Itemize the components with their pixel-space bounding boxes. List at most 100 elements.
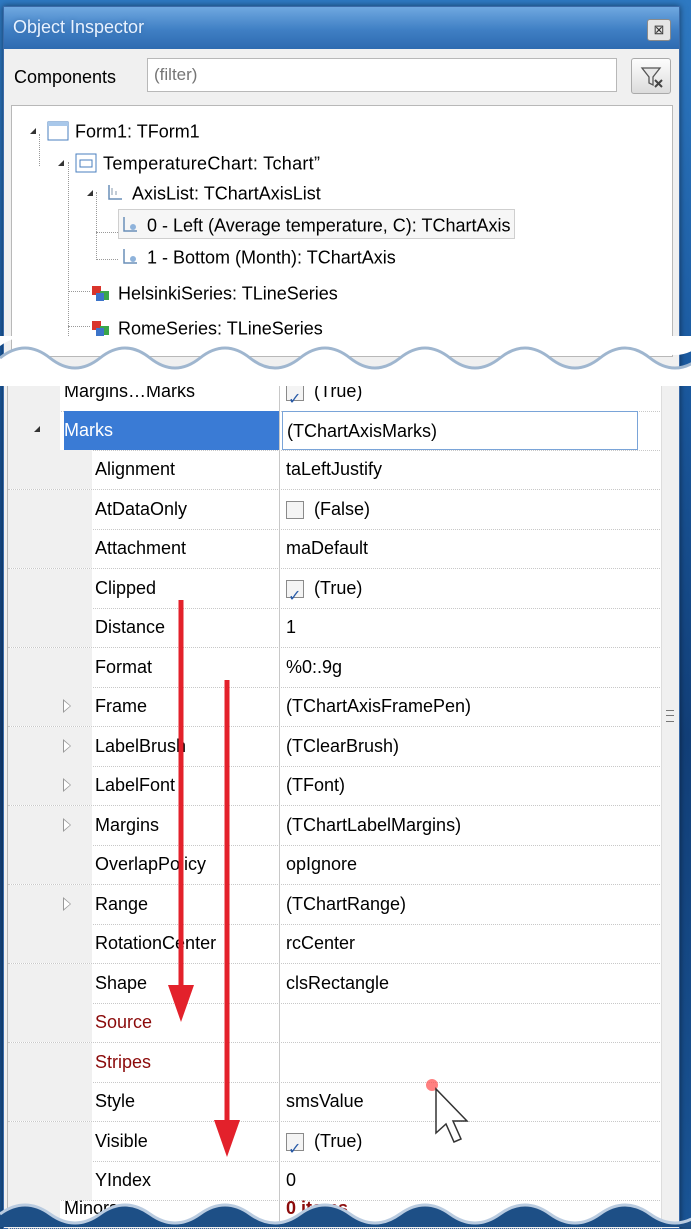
checkbox[interactable]: [286, 1130, 304, 1169]
property-row-shape[interactable]: Shape clsRectangle: [8, 963, 662, 1004]
form-icon: [47, 121, 69, 141]
property-row-source[interactable]: Source: [8, 1003, 662, 1043]
collapse-icon[interactable]: [87, 190, 93, 197]
component-tree: Form1: TForm1 TemperatureChart: Tchart” …: [11, 105, 673, 357]
property-row-visible[interactable]: Visible (True): [8, 1121, 662, 1169]
tree-node-axis-bottom[interactable]: 1 - Bottom (Month): TChartAxis: [119, 242, 396, 270]
property-value-text: (TChartLabelMargins): [286, 814, 462, 835]
components-label: Components: [14, 67, 117, 87]
property-row-labelfont[interactable]: LabelFont (TFont): [8, 766, 662, 806]
property-row-rotationcenter[interactable]: RotationCenter rcCenter: [8, 924, 662, 964]
property-name: Format: [95, 647, 280, 687]
tree-node-temperature-chart[interactable]: TemperatureChart: Tchart”: [58, 148, 320, 176]
collapse-icon[interactable]: [34, 426, 40, 432]
property-value-text: smsValue: [286, 1091, 364, 1111]
property-value[interactable]: (TChartAxisMarks): [282, 411, 638, 450]
property-row-style[interactable]: Style smsValue: [8, 1082, 662, 1122]
property-row-stripes[interactable]: Stripes: [8, 1042, 662, 1083]
scroll-grip-icon[interactable]: [666, 710, 674, 722]
property-value[interactable]: %0:.9g: [286, 648, 342, 687]
expand-icon[interactable]: [63, 817, 71, 832]
property-value[interactable]: opIgnore: [286, 845, 357, 884]
collapse-icon[interactable]: [30, 128, 36, 135]
series-icon: [92, 286, 109, 302]
property-value-text: 0: [286, 1170, 297, 1190]
property-value[interactable]: clsRectangle: [286, 964, 389, 1003]
tree-node-axis-left[interactable]: 0 - Left (Average temperature, C): TChar…: [118, 209, 516, 239]
tree-node-axislist[interactable]: AxisList: TChartAxisList: [87, 178, 321, 206]
axis-icon: [123, 249, 137, 264]
expand-icon[interactable]: [63, 896, 71, 911]
tree-node-label: 1 - Bottom (Month): TChartAxis: [147, 247, 396, 268]
property-row-attachment[interactable]: Attachment maDefault: [8, 529, 662, 569]
property-value[interactable]: 1: [286, 608, 296, 647]
property-name: RotationCenter: [95, 924, 280, 963]
property-row-clipped[interactable]: Clipped (True): [8, 568, 662, 616]
property-row-range[interactable]: Range (TChartRange): [8, 884, 662, 925]
property-row-overlappolicy[interactable]: OverlapPolicy opIgnore: [8, 845, 662, 885]
property-row-labelbrush[interactable]: LabelBrush (TClearBrush): [8, 726, 662, 767]
property-value-text: (TChartRange): [286, 893, 407, 914]
tree-node-label: 0 - Left (Average temperature, C): TChar…: [147, 215, 511, 236]
tree-node-label: AxisList: TChartAxisList: [132, 183, 321, 204]
property-name: AtDataOnly: [95, 489, 280, 529]
property-value-text: taLeftJustify: [286, 459, 383, 479]
expand-icon[interactable]: [63, 738, 71, 753]
components-bar: Components: [4, 49, 679, 105]
property-row-atdataonly[interactable]: AtDataOnly (False): [8, 489, 662, 530]
tree-node-form1[interactable]: Form1: TForm1: [30, 116, 200, 144]
tree-node-helsinki-series[interactable]: HelsinkiSeries: TLineSeries: [90, 278, 338, 306]
clear-filter-button[interactable]: [631, 58, 671, 94]
tree-node-label: TemperatureChart: Tchart”: [103, 153, 321, 174]
property-name: Margins: [95, 805, 280, 845]
expand-icon[interactable]: [63, 699, 71, 713]
property-value[interactable]: smsValue: [286, 1082, 364, 1121]
property-value-text: (False): [314, 498, 371, 519]
torn-edge-divider: [0, 336, 691, 386]
property-value[interactable]: taLeftJustify: [286, 450, 382, 489]
property-name: Style: [95, 1082, 280, 1121]
property-value[interactable]: (TChartLabelMargins): [286, 806, 461, 845]
collapse-icon[interactable]: [58, 160, 64, 167]
checkbox[interactable]: [286, 500, 304, 519]
property-name: Frame: [95, 687, 280, 726]
property-value-text: maDefault: [286, 538, 369, 558]
property-grid: Margins…Marks (True) Marks (TChartAxisMa…: [7, 372, 662, 1229]
property-value-text: opIgnore: [286, 854, 358, 874]
property-name: Alignment: [95, 450, 280, 489]
property-value[interactable]: (True): [286, 569, 362, 616]
property-value[interactable]: rcCenter: [286, 924, 355, 963]
title-bar[interactable]: Object Inspector ⊠: [4, 7, 679, 49]
property-name: LabelFont: [95, 766, 280, 805]
expand-icon[interactable]: [63, 778, 71, 792]
property-value-text: clsRectangle: [286, 972, 390, 993]
property-name: Clipped: [95, 568, 280, 608]
tree-node-label: Form1: TForm1: [75, 121, 200, 142]
property-value[interactable]: maDefault: [286, 529, 368, 568]
property-value[interactable]: (False): [286, 490, 370, 529]
property-value-text: (TFont): [286, 775, 346, 795]
checkbox[interactable]: [286, 577, 304, 616]
property-row-margins[interactable]: Margins (TChartLabelMargins): [8, 805, 662, 846]
property-value[interactable]: (TFont): [286, 766, 345, 805]
vertical-scrollbar[interactable]: [661, 380, 679, 1227]
property-value-text: %0:.9g: [286, 656, 343, 677]
property-value-text: (TChartAxisFramePen): [286, 696, 472, 716]
filter-icon: [640, 67, 663, 88]
property-value[interactable]: (TChartRange): [286, 885, 406, 924]
property-value[interactable]: (TClearBrush): [286, 727, 399, 766]
property-row-distance[interactable]: Distance 1: [8, 608, 662, 648]
property-row-format[interactable]: Format %0:.9g: [8, 647, 662, 688]
property-row-marks[interactable]: Marks (TChartAxisMarks): [8, 411, 662, 451]
property-value[interactable]: (TChartAxisFramePen): [286, 687, 471, 726]
close-button[interactable]: ⊠: [647, 19, 671, 41]
property-name: Marks: [64, 411, 280, 450]
axis-icon: [123, 217, 137, 232]
tree-node-label: HelsinkiSeries: TLineSeries: [118, 283, 338, 304]
property-value-text: rcCenter: [286, 933, 356, 953]
property-value[interactable]: (True): [286, 1122, 363, 1169]
property-row-alignment[interactable]: Alignment taLeftJustify: [8, 450, 662, 490]
property-value-text: (True): [314, 1130, 363, 1151]
filter-input[interactable]: [147, 58, 617, 92]
property-row-frame[interactable]: Frame (TChartAxisFramePen): [8, 687, 662, 727]
